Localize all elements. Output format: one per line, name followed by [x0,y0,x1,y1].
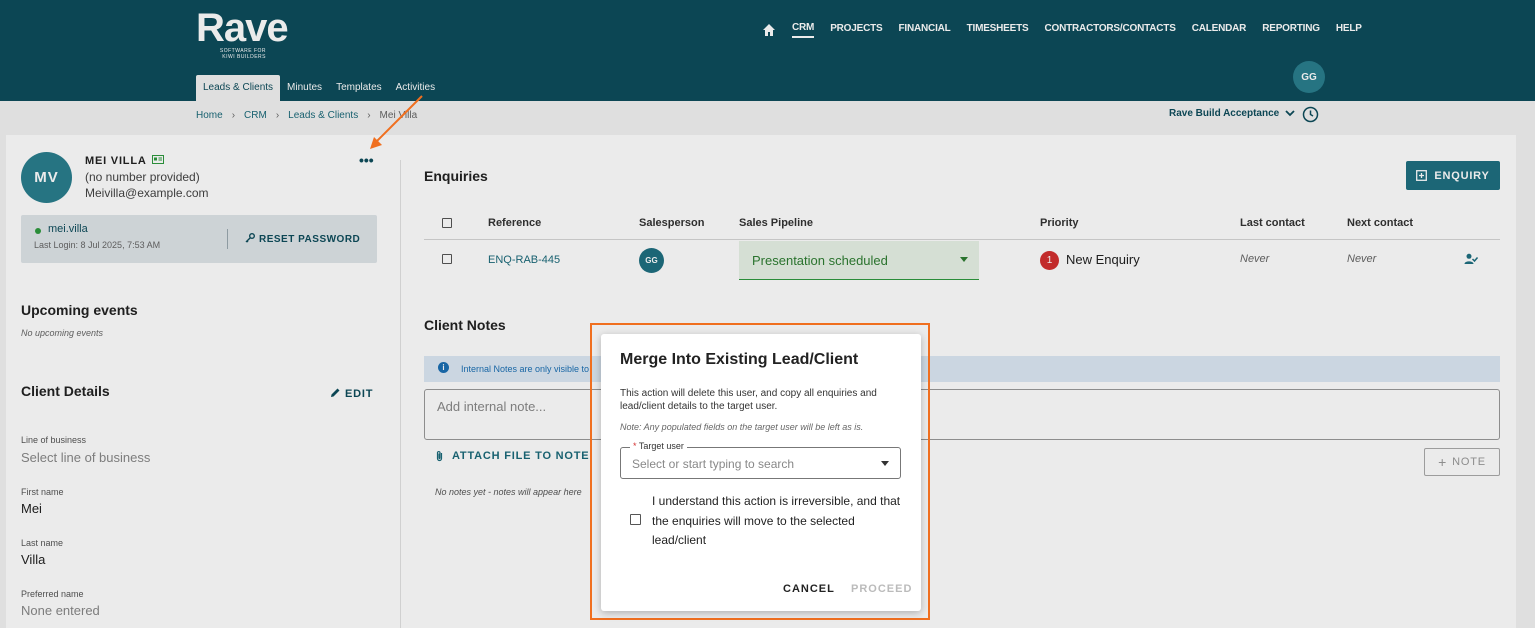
acknowledge-text: I understand this action is irreversible… [652,494,901,547]
cancel-button[interactable]: CANCEL [783,583,835,595]
target-user-placeholder: Select or start typing to search [632,457,795,471]
target-user-label: * Target user [630,441,687,451]
dialog-title: Merge Into Existing Lead/Client [620,351,859,368]
proceed-button: PROCEED [851,583,913,595]
target-user-select[interactable]: * Target user Select or start typing to … [620,441,901,479]
dialog-note: Note: Any populated fields on the target… [620,422,864,432]
dialog-description: This action will delete this user, and c… [620,388,877,412]
merge-dialog: Merge Into Existing Lead/Client This act… [601,334,921,611]
acknowledge-checkbox[interactable] [630,514,641,525]
required-marker: * [633,441,637,451]
dropdown-caret-icon [881,461,889,466]
target-user-label-text: Target user [638,441,684,451]
